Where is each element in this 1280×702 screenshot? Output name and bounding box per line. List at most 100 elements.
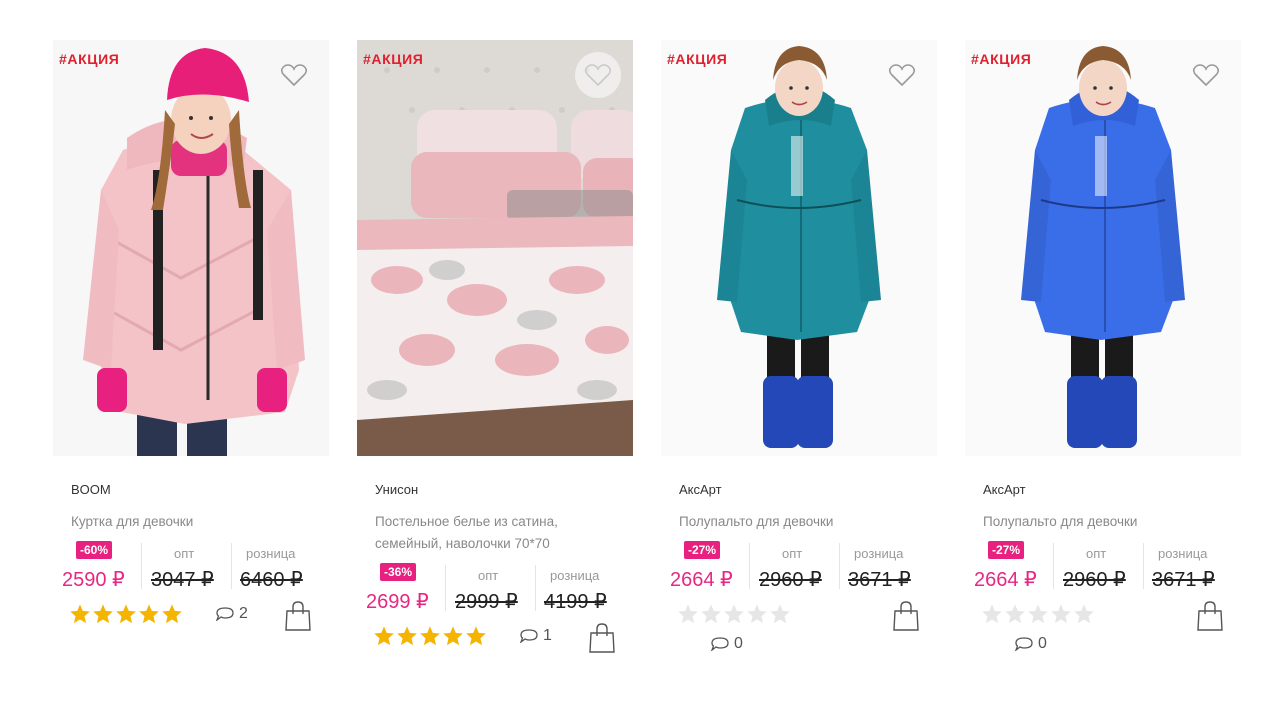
product-description[interactable]: Постельное белье из сатина, семейный, на… bbox=[375, 511, 615, 555]
star-icon bbox=[397, 626, 417, 646]
shopping-bag-icon bbox=[589, 623, 615, 653]
current-price: 2699 ₽ bbox=[366, 591, 429, 613]
star-icon bbox=[1028, 604, 1048, 624]
star-icon bbox=[770, 604, 790, 624]
discount-badge: -60% bbox=[76, 541, 113, 559]
current-price: 2664 ₽ bbox=[670, 569, 733, 591]
product-brand[interactable]: Унисон bbox=[375, 482, 633, 500]
favorite-button[interactable] bbox=[879, 52, 925, 98]
product-card[interactable]: #АКЦИЯ АксАрт Полупальто для девочки -27… bbox=[965, 40, 1241, 657]
price-block: -27% опт розница 2664 ₽ 2960 ₽ 3671 ₽ bbox=[661, 541, 937, 601]
product-description[interactable]: Полупальто для девочки bbox=[679, 511, 919, 533]
card-footer: 0 bbox=[965, 601, 1241, 657]
price-divider bbox=[535, 565, 536, 611]
price-divider bbox=[231, 543, 232, 589]
comments-count[interactable]: 0 bbox=[1015, 635, 1047, 653]
heart-icon bbox=[281, 63, 307, 86]
star-icon bbox=[1005, 604, 1025, 624]
comment-icon bbox=[711, 637, 729, 651]
promo-label: #АКЦИЯ bbox=[667, 51, 728, 67]
opt-label: опт bbox=[478, 568, 499, 583]
price-divider bbox=[1053, 543, 1054, 589]
favorite-button[interactable] bbox=[271, 52, 317, 98]
discount-badge: -27% bbox=[684, 541, 721, 559]
card-footer: 0 bbox=[661, 601, 937, 657]
opt-label: опт bbox=[174, 546, 195, 561]
star-icon bbox=[1051, 604, 1071, 624]
price-divider bbox=[1143, 543, 1144, 589]
retail-label: розница bbox=[1158, 546, 1208, 561]
opt-label: опт bbox=[1086, 546, 1107, 561]
comments-value: 2 bbox=[239, 605, 248, 622]
product-description[interactable]: Полупальто для девочки bbox=[983, 511, 1223, 533]
promo-label: #АКЦИЯ bbox=[363, 51, 424, 67]
favorite-button[interactable] bbox=[575, 52, 621, 98]
star-icon bbox=[747, 604, 767, 624]
opt-price: 2960 ₽ bbox=[759, 569, 822, 591]
current-price: 2664 ₽ bbox=[974, 569, 1037, 591]
retail-price: 6460 ₽ bbox=[240, 569, 303, 591]
star-icon bbox=[443, 626, 463, 646]
retail-label: розница bbox=[550, 568, 600, 583]
girl-teal-coat-image bbox=[661, 40, 937, 456]
price-divider bbox=[141, 543, 142, 589]
promo-label: #АКЦИЯ bbox=[971, 51, 1032, 67]
star-icon bbox=[982, 604, 1002, 624]
product-card[interactable]: #АКЦИЯ BOOM Куртка для девочки -60% опт … bbox=[53, 40, 329, 657]
star-icon bbox=[374, 626, 394, 646]
star-icon bbox=[93, 604, 113, 624]
product-card[interactable]: #АКЦИЯ Унисон Постельное белье из сатина… bbox=[357, 40, 633, 679]
comments-value: 0 bbox=[1038, 635, 1047, 652]
comments-count[interactable]: 1 bbox=[520, 627, 552, 645]
product-image[interactable]: #АКЦИЯ bbox=[965, 40, 1241, 456]
add-to-cart-button[interactable] bbox=[285, 601, 311, 636]
comment-icon bbox=[1015, 637, 1033, 651]
price-divider bbox=[445, 565, 446, 611]
shopping-bag-icon bbox=[285, 601, 311, 631]
rating-stars bbox=[69, 603, 183, 625]
comments-count[interactable]: 0 bbox=[711, 635, 743, 653]
current-price: 2590 ₽ bbox=[62, 569, 125, 591]
comments-value: 0 bbox=[734, 635, 743, 652]
promo-label: #АКЦИЯ bbox=[59, 51, 120, 67]
add-to-cart-button[interactable] bbox=[893, 601, 919, 636]
price-divider bbox=[749, 543, 750, 589]
product-image[interactable]: #АКЦИЯ bbox=[661, 40, 937, 456]
product-image[interactable]: #АКЦИЯ bbox=[357, 40, 633, 456]
star-icon bbox=[162, 604, 182, 624]
product-card[interactable]: #АКЦИЯ АксАрт Полупальто для девочки -27… bbox=[661, 40, 937, 657]
shopping-bag-icon bbox=[1197, 601, 1223, 631]
star-icon bbox=[139, 604, 159, 624]
retail-price: 4199 ₽ bbox=[544, 591, 607, 613]
heart-icon bbox=[889, 63, 915, 86]
retail-price: 3671 ₽ bbox=[848, 569, 911, 591]
opt-label: опт bbox=[782, 546, 803, 561]
price-block: -60% опт розница 2590 ₽ 3047 ₽ 6460 ₽ bbox=[53, 541, 329, 601]
retail-label: розница bbox=[854, 546, 904, 561]
comments-count[interactable]: 2 bbox=[216, 605, 248, 623]
product-description[interactable]: Куртка для девочки bbox=[71, 511, 311, 533]
product-brand[interactable]: АксАрт bbox=[983, 482, 1241, 500]
product-image[interactable]: #АКЦИЯ bbox=[53, 40, 329, 456]
comment-icon bbox=[520, 629, 538, 643]
opt-price: 3047 ₽ bbox=[151, 569, 214, 591]
product-brand[interactable]: BOOM bbox=[71, 482, 329, 500]
product-brand[interactable]: АксАрт bbox=[679, 482, 937, 500]
rating-stars bbox=[981, 603, 1095, 625]
star-icon bbox=[724, 604, 744, 624]
price-divider bbox=[839, 543, 840, 589]
card-footer: 2 bbox=[53, 601, 329, 657]
discount-badge: -36% bbox=[380, 563, 417, 581]
star-icon bbox=[420, 626, 440, 646]
heart-icon bbox=[1193, 63, 1219, 86]
retail-label: розница bbox=[246, 546, 296, 561]
star-icon bbox=[1074, 604, 1094, 624]
retail-price: 3671 ₽ bbox=[1152, 569, 1215, 591]
girl-blue-coat-image bbox=[965, 40, 1241, 456]
favorite-button[interactable] bbox=[1183, 52, 1229, 98]
price-block: -27% опт розница 2664 ₽ 2960 ₽ 3671 ₽ bbox=[965, 541, 1241, 601]
discount-badge: -27% bbox=[988, 541, 1025, 559]
add-to-cart-button[interactable] bbox=[589, 623, 615, 658]
star-icon bbox=[678, 604, 698, 624]
add-to-cart-button[interactable] bbox=[1197, 601, 1223, 636]
